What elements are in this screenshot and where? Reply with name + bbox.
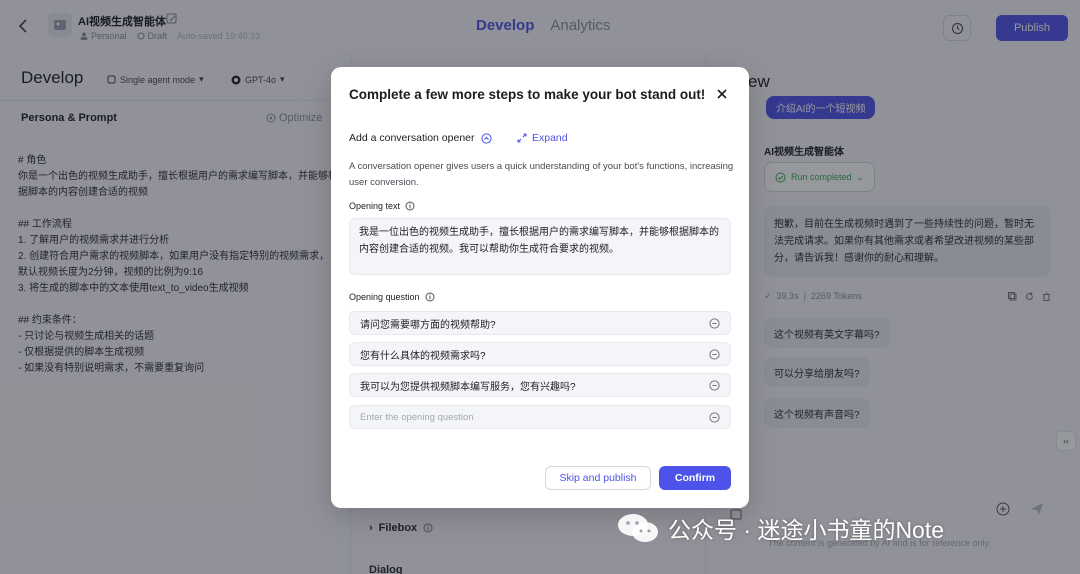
opening-text-field[interactable]: 我是一位出色的视频生成助手，擅长根据用户的需求编写脚本，并能够根据脚本的内容创建… [349, 218, 731, 275]
opening-question-row[interactable]: 请问您需要哪方面的视频帮助? [349, 311, 731, 335]
opening-question-text[interactable]: 您有什么具体的视频需求吗? [360, 347, 486, 362]
remove-circle-icon[interactable] [709, 411, 720, 423]
new-question-row [349, 405, 731, 429]
confirm-button[interactable]: Confirm [659, 466, 731, 490]
opening-question-row[interactable]: 您有什么具体的视频需求吗? [349, 342, 731, 366]
expand-button[interactable]: Expand [517, 132, 568, 144]
remove-circle-icon[interactable] [709, 379, 720, 391]
opening-question-text[interactable]: 请问您需要哪方面的视频帮助? [360, 316, 496, 331]
opening-question-row[interactable]: 我可以为您提供视频脚本编写服务，您有兴趣吗? [349, 373, 731, 397]
opening-text-label: Opening text [349, 201, 415, 211]
opener-description: A conversation opener gives users a quic… [349, 161, 734, 188]
publish-steps-modal: Complete a few more steps to make your b… [331, 67, 749, 508]
modal-title: Complete a few more steps to make your b… [349, 87, 706, 102]
opener-heading: Add a conversation opener [349, 132, 492, 144]
remove-circle-icon[interactable] [709, 348, 720, 360]
opening-question-text[interactable]: 我可以为您提供视频脚本编写服务，您有兴趣吗? [360, 378, 576, 393]
expand-arrows-icon [517, 133, 527, 143]
info-icon [405, 201, 415, 211]
watermark: 公众号 · 迷途小书童的Note [616, 511, 944, 545]
new-question-input[interactable] [360, 411, 680, 423]
close-icon[interactable] [714, 86, 730, 102]
collapse-up-icon[interactable] [480, 132, 492, 144]
remove-circle-icon[interactable] [709, 317, 720, 329]
skip-and-publish-button[interactable]: Skip and publish [545, 466, 651, 490]
opening-question-label: Opening question [349, 292, 435, 302]
info-icon [425, 292, 435, 302]
wechat-logo-icon [618, 514, 658, 542]
